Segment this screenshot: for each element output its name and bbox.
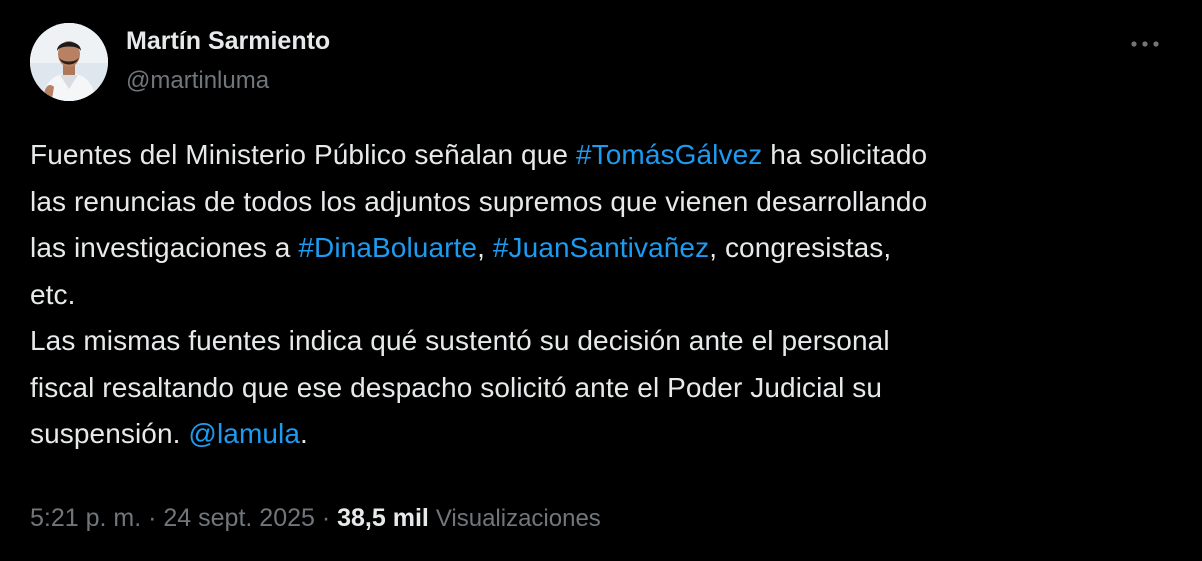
tweet-text-segment: Las mismas fuentes indica qué sustentó s… (30, 325, 890, 356)
tweet-text-line: Las mismas fuentes indica qué sustentó s… (30, 318, 1170, 365)
mention-link[interactable]: @lamula (188, 418, 300, 449)
views-count: 38,5 mil (337, 504, 429, 532)
tweet-text-line: las renuncias de todos los adjuntos supr… (30, 179, 1170, 226)
author-handle[interactable]: @martinluma (126, 66, 330, 96)
tweet-text-segment: etc. (30, 278, 76, 310)
tweet-time[interactable]: 5:21 p. m. (30, 504, 141, 532)
avatar-image (30, 23, 108, 101)
tweet-text-line: suspensión. @lamula. (30, 411, 1170, 458)
tweet-text-line: las investigaciones a #DinaBoluarte, #Ju… (30, 225, 1170, 272)
tweet-text-segment: . (300, 418, 308, 449)
tweet-text: Fuentes del Ministerio Público señalan q… (30, 132, 1170, 458)
tweet-text-segment: ha solicitado (762, 139, 928, 170)
avatar[interactable] (30, 23, 108, 101)
tweet-text-segment: fiscal resaltando que ese despacho solic… (30, 371, 883, 403)
tweet: Martín Sarmiento @martinluma Fuentes del… (0, 0, 1202, 561)
meta-separator: · (314, 504, 338, 532)
tweet-text-line: etc. (30, 272, 1170, 319)
meta-separator: · (141, 504, 164, 532)
more-options-button[interactable] (1128, 32, 1162, 56)
hashtag-link[interactable]: #DinaBoluarte (298, 232, 477, 263)
hashtag-link[interactable]: #JuanSantivañez (493, 232, 709, 263)
tweet-text-segment: suspensión. (30, 418, 189, 449)
tweet-text-segment: , congresistas, (709, 232, 892, 263)
tweet-text-segment: , (477, 232, 493, 263)
author-display-name[interactable]: Martín Sarmiento (126, 26, 330, 56)
tweet-text-segment: las investigaciones a (30, 232, 299, 263)
more-horizontal-icon (1131, 41, 1159, 47)
tweet-text-segment: Fuentes del Ministerio Público señalan q… (30, 139, 576, 170)
author-block: Martín Sarmiento @martinluma (126, 26, 330, 96)
tweet-text-line: fiscal resaltando que ese despacho solic… (30, 365, 1170, 412)
tweet-date[interactable]: 24 sept. 2025 (163, 504, 315, 532)
hashtag-link[interactable]: #TomásGálvez (576, 139, 762, 170)
tweet-text-segment: las renuncias de todos los adjuntos supr… (30, 185, 928, 217)
views-label: Visualizaciones (435, 505, 601, 532)
tweet-text-line: Fuentes del Ministerio Público señalan q… (30, 132, 1170, 179)
tweet-metadata: 5:21 p. m. · 24 sept. 2025 · 38,5 mil Vi… (30, 500, 601, 537)
